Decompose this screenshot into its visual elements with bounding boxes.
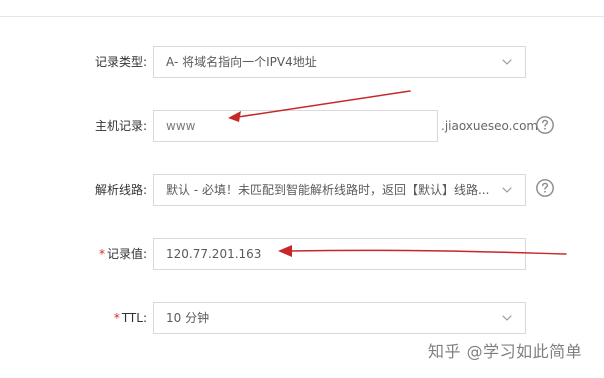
record-type-label-text: 记录类型: [94, 55, 147, 69]
question-circle-icon[interactable] [535, 178, 555, 198]
chevron-down-icon [501, 56, 513, 68]
host-record-value: www [166, 119, 196, 133]
question-circle-icon[interactable] [535, 115, 555, 135]
domain-suffix: .jiaoxueseo.com [441, 119, 539, 133]
record-type-select[interactable]: A- 将域名指向一个IPV4地址 [153, 46, 526, 78]
resolution-line-select[interactable]: 默认 - 必填！未匹配到智能解析线路时，返回【默认】线路... [153, 174, 526, 206]
ttl-row: * TTL: 10 分钟 [0, 302, 604, 334]
resolution-line-row: 解析线路: 默认 - 必填！未匹配到智能解析线路时，返回【默认】线路... [0, 174, 604, 206]
ttl-select[interactable]: 10 分钟 [153, 302, 526, 334]
watermark-text: 知乎 @学习如此简单 [428, 342, 583, 361]
record-type-row: 记录类型: A- 将域名指向一个IPV4地址 [0, 46, 604, 78]
host-record-label-text: 主机记录: [94, 119, 147, 133]
resolution-line-label-text: 解析线路: [94, 183, 147, 197]
host-record-label: 主机记录: [95, 110, 147, 142]
record-value-row: * 记录值: 120.77.201.163 [0, 238, 604, 270]
chevron-down-icon [501, 184, 513, 196]
chevron-down-icon [501, 312, 513, 324]
record-value-label-text: 记录值: [106, 247, 147, 261]
resolution-line-label: 解析线路: [95, 174, 147, 206]
resolution-line-value: 默认 - 必填！未匹配到智能解析线路时，返回【默认】线路... [166, 183, 490, 197]
record-type-label: 记录类型: [95, 46, 147, 78]
ttl-value: 10 分钟 [166, 311, 210, 325]
ttl-label: * TTL: [114, 302, 147, 334]
dns-record-form-screen: 记录类型: A- 将域名指向一个IPV4地址 主机记录: www .jiaoxu… [0, 0, 604, 378]
record-value-label: * 记录值: [99, 238, 147, 270]
record-value-value: 120.77.201.163 [166, 247, 262, 261]
host-record-input[interactable]: www [153, 110, 438, 142]
required-marker: * [98, 247, 105, 261]
ttl-label-text: TTL: [121, 311, 147, 325]
record-type-value: A- 将域名指向一个IPV4地址 [166, 55, 317, 69]
required-marker: * [113, 311, 120, 325]
record-value-input[interactable]: 120.77.201.163 [153, 238, 526, 270]
top-divider [0, 16, 604, 17]
host-record-row: 主机记录: www .jiaoxueseo.com [0, 110, 604, 142]
